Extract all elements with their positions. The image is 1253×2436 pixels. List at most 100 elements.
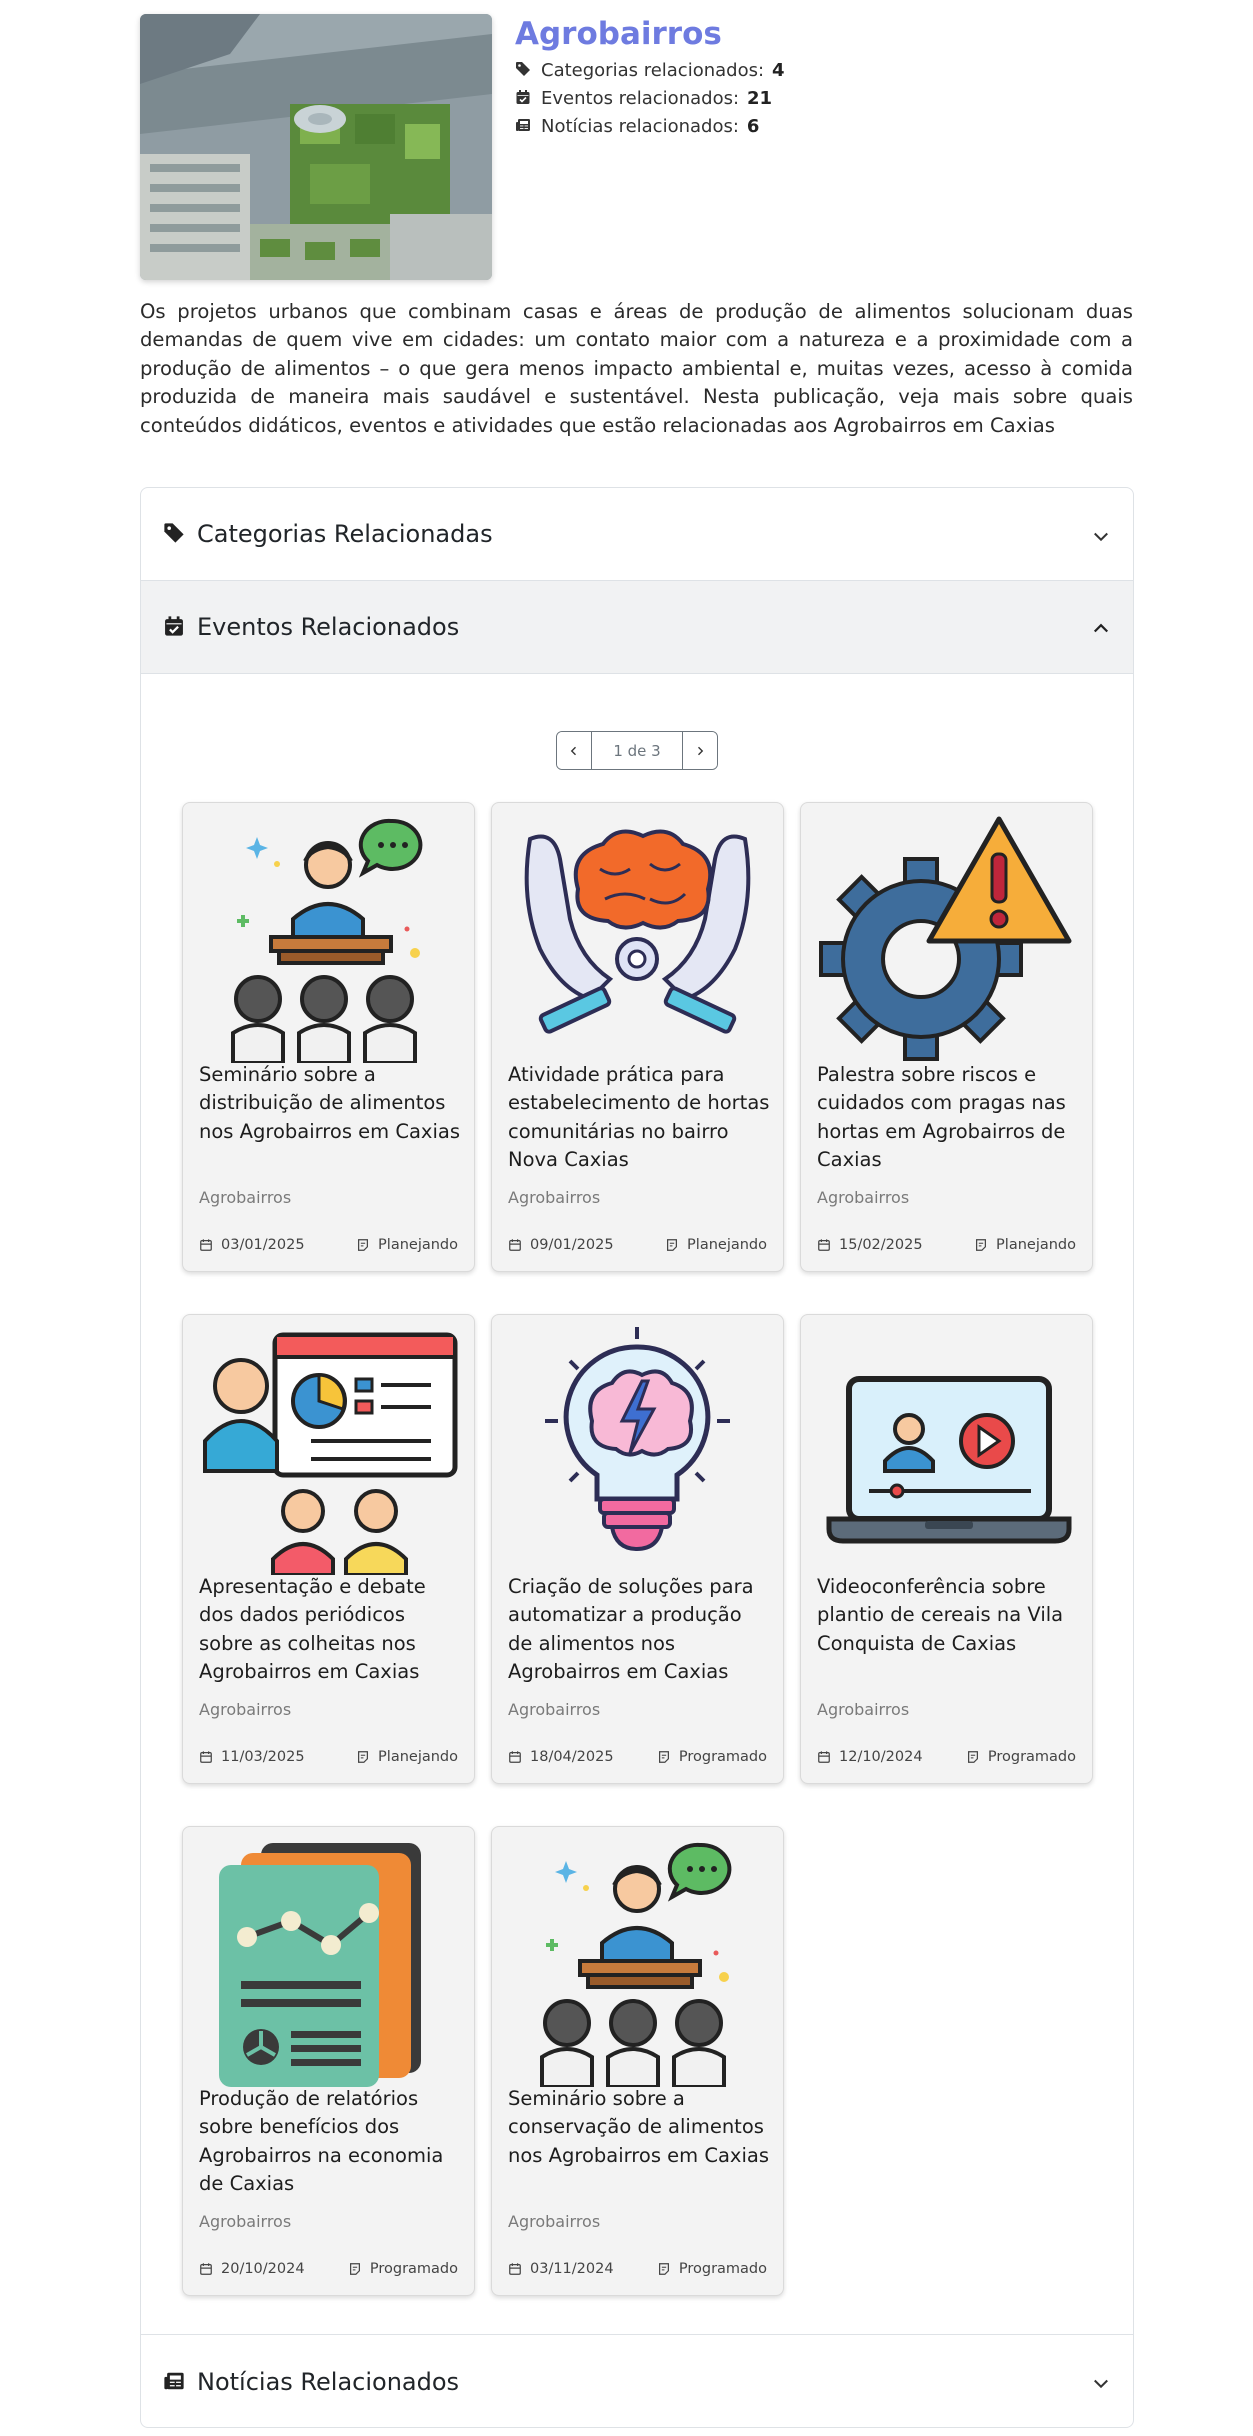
event-card[interactable]: Apresentação e debate dos dados periódic… [182, 1314, 475, 1784]
page-header: Agrobairros Categorias relacionados: 4 E… [140, 14, 1133, 282]
accordion-events-header[interactable]: Eventos Relacionados [141, 581, 1133, 674]
note-icon [658, 2263, 669, 2275]
accordion-news-header[interactable]: Notícias Relacionados [141, 2334, 1133, 2428]
calendar-icon [818, 1751, 830, 1763]
header-info: Agrobairros Categorias relacionados: 4 E… [515, 14, 785, 140]
event-footer: 03/11/2024 Programado [508, 2258, 767, 2280]
event-card[interactable]: Seminário sobre a conservação de aliment… [491, 1826, 784, 2296]
event-category: Agrobairros [508, 1188, 601, 1207]
event-status: Programado [966, 1746, 1076, 1768]
calendar-check-icon [163, 615, 187, 639]
note-icon [358, 1751, 369, 1763]
event-title[interactable]: Palestra sobre riscos e cuidados com pra… [817, 1061, 1079, 1175]
accordion-categories-header[interactable]: Categorias Relacionadas [141, 488, 1133, 581]
event-card[interactable]: Produção de relatórios sobre benefícios … [182, 1826, 475, 2296]
calendar-icon [509, 2263, 521, 2275]
note-icon [658, 1751, 669, 1763]
event-date: 03/11/2024 [508, 2258, 614, 2280]
note-icon [358, 1239, 369, 1251]
event-category: Agrobairros [199, 2212, 292, 2231]
calendar-check-icon [515, 89, 533, 107]
tag-icon [163, 522, 187, 546]
event-footer: 11/03/2025 Planejando [199, 1746, 458, 1768]
calendar-icon [509, 1751, 521, 1763]
stat-label: Categorias relacionados: [541, 59, 765, 81]
note-icon [967, 1751, 978, 1763]
chevron-left-icon [570, 746, 576, 755]
stat-news: Notícias relacionados: 6 [515, 112, 785, 140]
event-status: Programado [657, 1746, 767, 1768]
event-footer: 18/04/2025 Programado [508, 1746, 767, 1768]
lightbulb-brain-illustration [500, 1321, 775, 1575]
calendar-icon [200, 1239, 212, 1251]
event-date: 15/02/2025 [817, 1234, 923, 1256]
event-footer: 15/02/2025 Planejando [817, 1234, 1076, 1256]
page-title: Agrobairros [515, 16, 722, 52]
accordion-events-label: Eventos Relacionados [197, 613, 460, 641]
chevron-up-icon [1091, 617, 1111, 637]
event-category: Agrobairros [817, 1700, 910, 1719]
stat-categories: Categorias relacionados: 4 [515, 56, 785, 84]
stats-list: Categorias relacionados: 4 Eventos relac… [515, 56, 785, 140]
hero-image [140, 14, 492, 280]
event-card[interactable]: Seminário sobre a distribuição de alimen… [182, 802, 475, 1272]
event-title[interactable]: Seminário sobre a distribuição de alimen… [199, 1061, 461, 1146]
pagination-prev-button[interactable] [557, 732, 591, 769]
stat-label: Notícias relacionados: [541, 115, 739, 137]
event-footer: 12/10/2024 Programado [817, 1746, 1076, 1768]
related-accordion: Categorias Relacionadas Eventos Relacion… [140, 487, 1134, 2428]
calendar-icon [818, 1239, 830, 1251]
event-status: Programado [657, 2258, 767, 2280]
stat-label: Eventos relacionados: [541, 87, 740, 109]
event-status: Planejando [665, 1234, 767, 1256]
stat-value: 21 [747, 87, 773, 109]
note-icon [349, 2263, 360, 2275]
event-category: Agrobairros [508, 2212, 601, 2231]
newspaper-icon [163, 2370, 187, 2394]
reports-illustration [191, 1833, 466, 2087]
newspaper-icon [515, 117, 533, 135]
event-card[interactable]: Criação de soluções para automatizar a p… [491, 1314, 784, 1784]
pagination-indicator: 1 de 3 [591, 732, 683, 769]
event-footer: 20/10/2024 Programado [199, 2258, 458, 2280]
event-title[interactable]: Produção de relatórios sobre benefícios … [199, 2085, 461, 2199]
calendar-icon [200, 2263, 212, 2275]
event-category: Agrobairros [199, 1700, 292, 1719]
events-pagination: 1 de 3 [556, 731, 718, 770]
chevron-right-icon [698, 746, 704, 755]
chevron-down-icon [1091, 524, 1111, 544]
event-title[interactable]: Seminário sobre a conservação de aliment… [508, 2085, 770, 2170]
event-date: 18/04/2025 [508, 1746, 614, 1768]
event-title[interactable]: Apresentação e debate dos dados periódic… [199, 1573, 461, 1687]
stat-value: 4 [772, 59, 785, 81]
page-description: Os projetos urbanos que combinam casas e… [140, 300, 1133, 437]
event-title[interactable]: Criação de soluções para automatizar a p… [508, 1573, 770, 1687]
event-card[interactable]: Atividade prática para estabelecimento d… [491, 802, 784, 1272]
event-date: 11/03/2025 [199, 1746, 305, 1768]
accordion-categories-label: Categorias Relacionadas [197, 520, 493, 548]
pagination-next-button[interactable] [683, 732, 717, 769]
event-category: Agrobairros [508, 1700, 601, 1719]
event-date: 03/01/2025 [199, 1234, 305, 1256]
event-title[interactable]: Atividade prática para estabelecimento d… [508, 1061, 770, 1175]
event-date: 09/01/2025 [508, 1234, 614, 1256]
event-category: Agrobairros [817, 1188, 910, 1207]
event-status: Planejando [356, 1746, 458, 1768]
tag-icon [515, 61, 533, 79]
stat-value: 6 [746, 115, 760, 137]
event-card[interactable]: Videoconferência sobre plantio de cereai… [800, 1314, 1093, 1784]
event-date: 20/10/2024 [199, 2258, 305, 2280]
event-status: Planejando [356, 1234, 458, 1256]
event-card[interactable]: Palestra sobre riscos e cuidados com pra… [800, 802, 1093, 1272]
event-category: Agrobairros [199, 1188, 292, 1207]
chevron-down-icon [1091, 2371, 1111, 2391]
event-footer: 09/01/2025 Planejando [508, 1234, 767, 1256]
event-date: 12/10/2024 [817, 1746, 923, 1768]
gear-warning-illustration [809, 809, 1084, 1063]
event-title[interactable]: Videoconferência sobre plantio de cereai… [817, 1573, 1079, 1658]
accordion-news-label: Notícias Relacionados [197, 2367, 460, 2396]
note-icon [667, 1239, 678, 1251]
calendar-icon [509, 1239, 521, 1251]
event-footer: 03/01/2025 Planejando [199, 1234, 458, 1256]
brain-hands-illustration [500, 809, 775, 1063]
